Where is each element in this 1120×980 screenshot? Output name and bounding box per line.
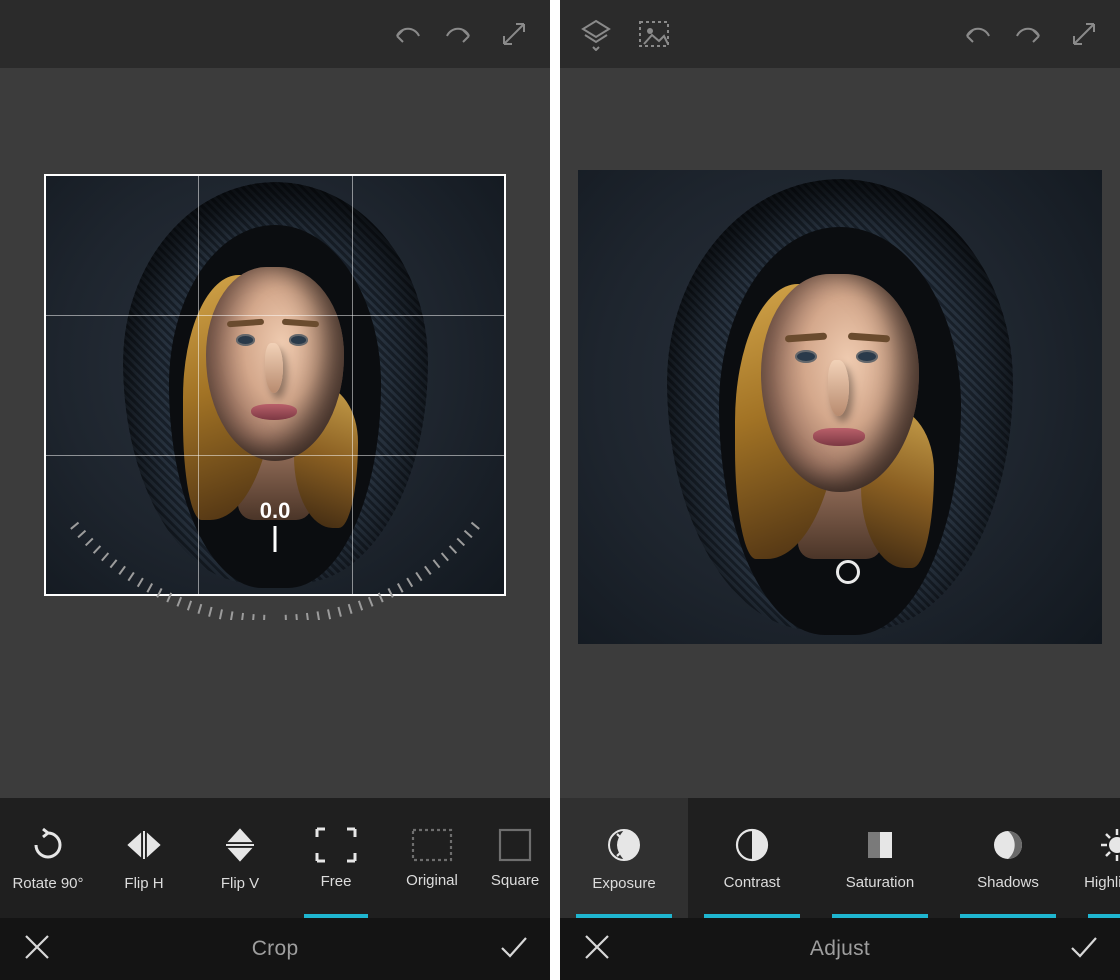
tool-label: Rotate 90° xyxy=(12,875,83,892)
redo-button[interactable] xyxy=(1008,12,1052,56)
mode-title: Adjust xyxy=(810,937,870,961)
adjust-action-bar: Adjust xyxy=(560,918,1120,980)
shadows-button[interactable]: Shadows xyxy=(944,798,1072,918)
adjust-editor-panel: Exposure Contrast Saturation Shadows xyxy=(560,0,1120,980)
exposure-button[interactable]: Exposure xyxy=(560,798,688,918)
mode-title: Crop xyxy=(252,937,299,961)
flip-vertical-button[interactable]: Flip V xyxy=(192,798,288,918)
flip-horizontal-button[interactable]: Flip H xyxy=(96,798,192,918)
crop-canvas[interactable]: 0.0 xyxy=(0,68,550,798)
highlights-button[interactable]: Highlights xyxy=(1072,798,1120,918)
tool-label: Original xyxy=(406,872,458,889)
cancel-button[interactable] xyxy=(22,932,52,967)
adjust-topbar xyxy=(560,0,1120,68)
tool-label: Contrast xyxy=(724,874,781,891)
adjust-value-slider[interactable] xyxy=(584,544,1120,600)
saturation-button[interactable]: Saturation xyxy=(816,798,944,918)
tool-label: Free xyxy=(321,873,352,890)
crop-editor-panel: 0.0 Rotate 90° Flip H Flip V xyxy=(0,0,550,980)
undo-button[interactable] xyxy=(384,12,428,56)
redo-button[interactable] xyxy=(438,12,482,56)
adjust-canvas[interactable] xyxy=(560,68,1120,798)
tool-label: Flip V xyxy=(221,875,259,892)
confirm-button[interactable] xyxy=(498,932,528,967)
image-picker-button[interactable] xyxy=(632,12,676,56)
tool-label: Flip H xyxy=(124,875,163,892)
fullscreen-button[interactable] xyxy=(1062,12,1106,56)
contrast-button[interactable]: Contrast xyxy=(688,798,816,918)
rotation-dial-ticks xyxy=(45,510,505,620)
rotation-dial[interactable]: 0.0 xyxy=(45,498,505,618)
rotate-90-button[interactable]: Rotate 90° xyxy=(0,798,96,918)
layers-button[interactable] xyxy=(574,12,618,56)
aspect-square-button[interactable]: Square xyxy=(480,798,550,918)
fullscreen-button[interactable] xyxy=(492,12,536,56)
confirm-button[interactable] xyxy=(1068,932,1098,967)
undo-button[interactable] xyxy=(954,12,998,56)
cancel-button[interactable] xyxy=(582,932,612,967)
aspect-free-button[interactable]: Free xyxy=(288,798,384,918)
adjust-toolbar: Exposure Contrast Saturation Shadows xyxy=(560,798,1120,918)
crop-toolbar: Rotate 90° Flip H Flip V Free Original xyxy=(0,798,550,918)
aspect-original-button[interactable]: Original xyxy=(384,798,480,918)
crop-action-bar: Crop xyxy=(0,918,550,980)
tool-label: Exposure xyxy=(592,875,655,892)
tool-label: Highlights xyxy=(1084,874,1120,891)
tool-label: Shadows xyxy=(977,874,1039,891)
crop-topbar xyxy=(0,0,550,68)
tool-label: Saturation xyxy=(846,874,914,891)
tool-label: Square xyxy=(491,872,539,889)
